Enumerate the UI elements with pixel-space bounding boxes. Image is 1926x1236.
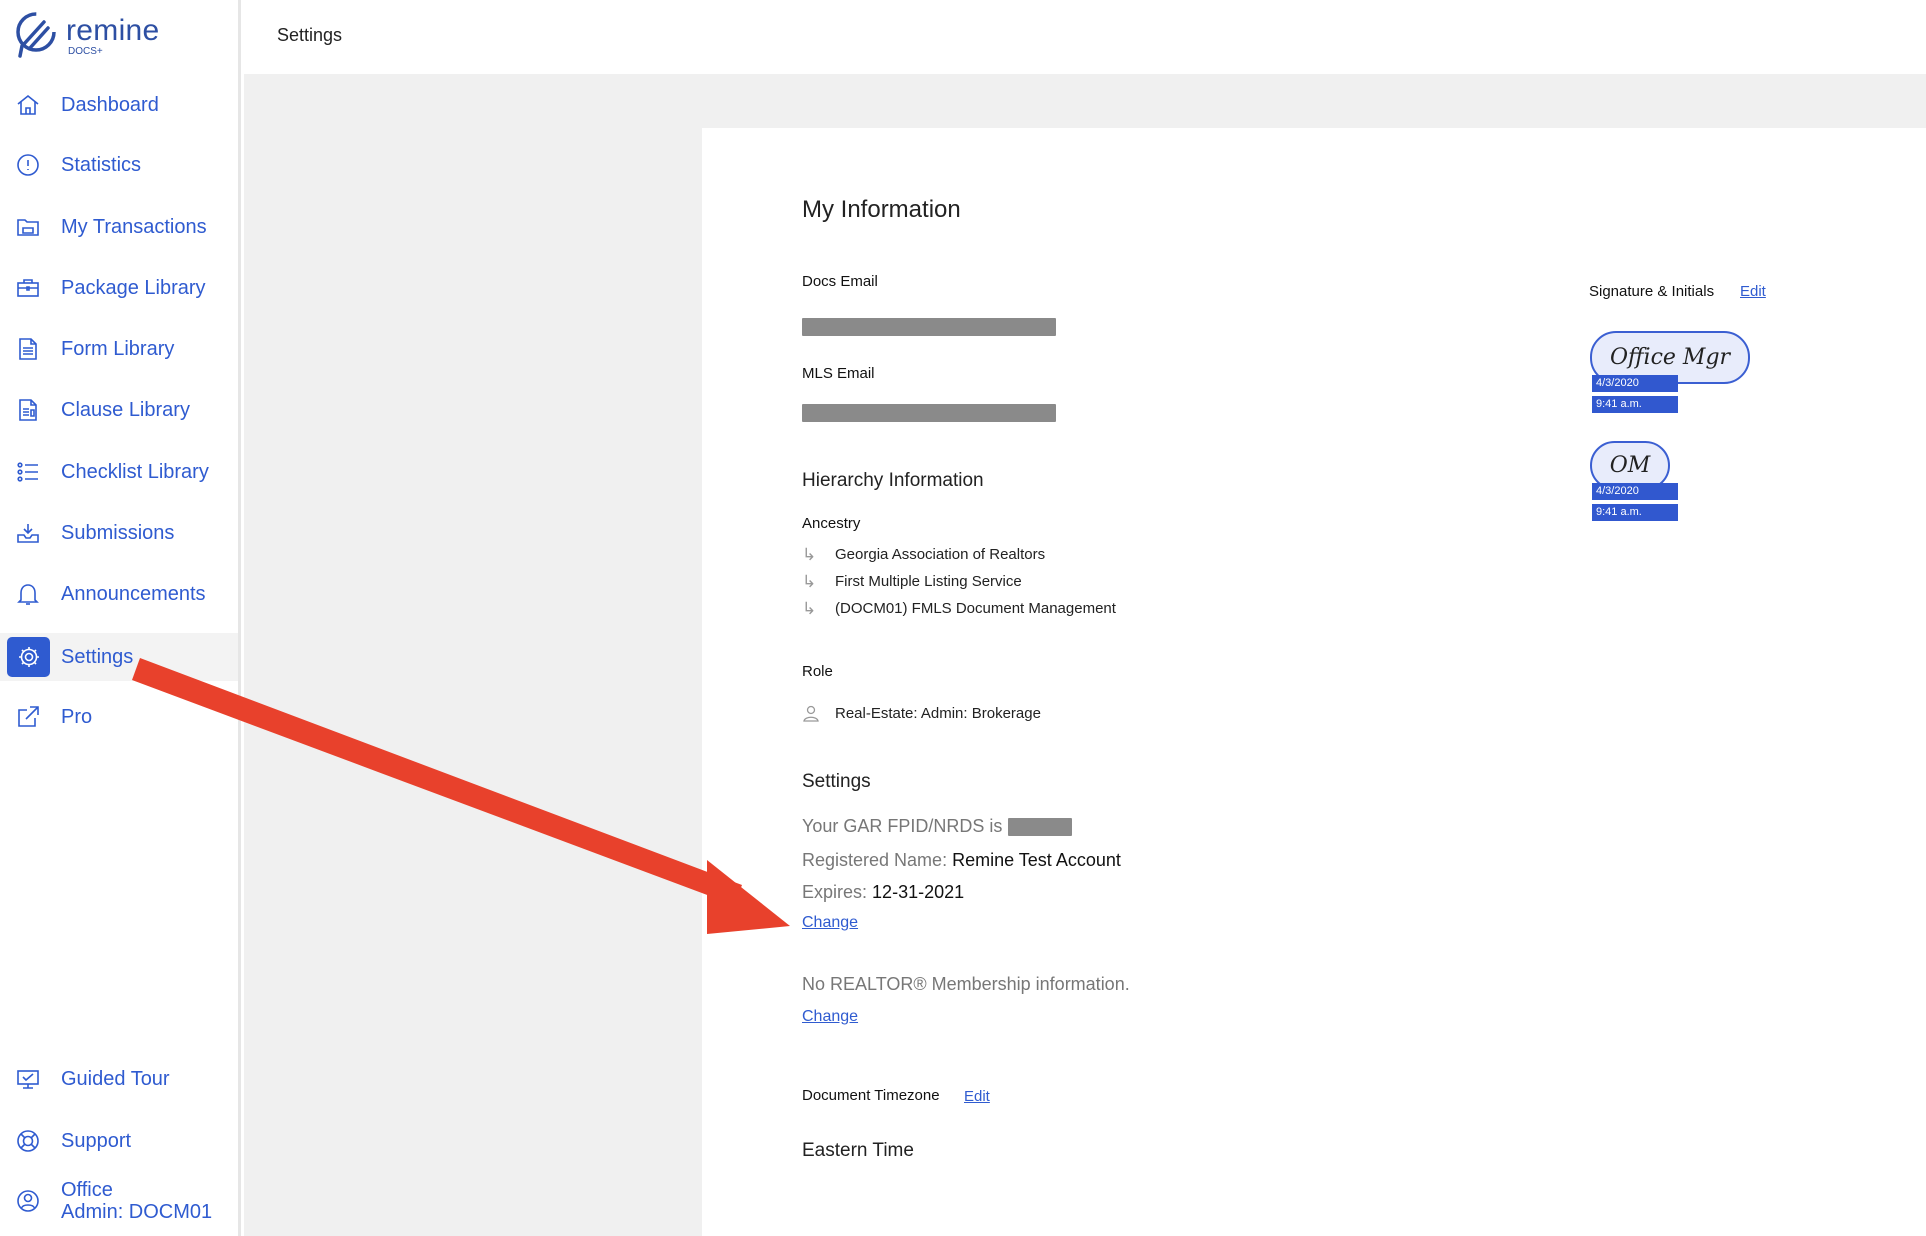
role-value: Real-Estate: Admin: Brokerage [835,704,1041,722]
clause-document-icon [14,396,42,424]
sidebar-item-settings[interactable]: Settings [0,633,238,681]
sidebar-item-label: Clause Library [61,398,190,421]
ancestry-item: First Multiple Listing Service [835,573,1022,590]
info-circle-icon [14,151,42,179]
sidebar-item-label: Statistics [61,153,142,176]
gar-fpid-redacted [1008,817,1073,836]
sidebar-item-guided-tour[interactable]: Guided Tour [0,1055,238,1103]
expires-label: Expires: [802,882,868,902]
signature-date-stamp: 4/3/2020 [1592,375,1678,392]
subdirectory-arrow-icon: ↳ [802,544,817,564]
lifebuoy-icon [14,1127,42,1155]
ancestry-item: Georgia Association of Realtors [835,546,1046,563]
document-icon [14,335,42,363]
my-information-title: My Information [802,196,961,223]
sidebar-item-my-transactions[interactable]: My Transactions [0,203,238,251]
signature-label: Signature & Initials [1589,283,1715,300]
sidebar-item-label: Package Library [61,276,206,299]
sidebar-item-package-library[interactable]: Package Library [0,264,238,312]
sidebar-item-label: Announcements [61,582,206,605]
sidebar-item-dashboard[interactable]: Dashboard [0,81,238,129]
signature-edit-link[interactable]: Edit [1740,283,1766,300]
brand-name: remine [66,14,160,47]
user-icon [802,704,835,722]
sidebar: remine DOCS+ Dashboard Statistics My Tra… [0,0,241,1236]
sidebar-item-label: Dashboard [61,93,159,116]
checklist-icon [14,458,42,486]
sidebar-item-form-library[interactable]: Form Library [0,325,238,373]
ancestry-list: ↳ Georgia Association of Realtors ↳ Firs… [802,541,1116,622]
top-header: Settings [244,0,1926,74]
settings-panel: My Information Docs Email MLS Email Hier… [702,128,1926,1236]
sidebar-item-label: Pro [61,705,93,728]
sidebar-item-label: Settings [61,645,134,668]
realtor-membership-text: No REALTOR® Membership information. [802,974,1130,994]
user-circle-icon [14,1187,42,1215]
gar-fpid-row: Your GAR FPID/NRDS is [802,816,1073,837]
role-label: Role [802,663,833,680]
sidebar-item-checklist-library[interactable]: Checklist Library [0,448,238,496]
initials-time-stamp: 9:41 a.m. [1592,504,1678,521]
sidebar-item-support[interactable]: Support [0,1117,238,1165]
sidebar-item-label: Support [61,1129,132,1152]
sidebar-item-label: Office Admin: DOCM01 [61,1179,212,1223]
registered-name-row: Registered Name: Remine Test Account [802,850,1121,871]
subdirectory-arrow-icon: ↳ [802,571,817,591]
list-item: ↳ Georgia Association of Realtors [802,541,1116,568]
remine-logo[interactable]: remine DOCS+ [14,10,160,62]
signature-time-stamp: 9:41 a.m. [1592,396,1678,413]
brand-sub: DOCS+ [68,46,103,57]
sidebar-item-label: Form Library [61,337,175,360]
external-link-icon [14,703,42,731]
page-title: Settings [277,25,343,45]
expires-value: 12-31-2021 [872,882,965,902]
ancestry-item: (DOCM01) FMLS Document Management [835,600,1116,617]
bell-icon [14,580,42,608]
role-row: Real-Estate: Admin: Brokerage [802,704,1041,722]
gear-icon [7,637,50,677]
sidebar-item-label: Checklist Library [61,460,209,483]
mls-email-redacted [802,404,1056,422]
mls-email-label: MLS Email [802,365,875,382]
sidebar-item-clause-library[interactable]: Clause Library [0,386,238,434]
ancestry-label: Ancestry [802,515,861,532]
initials-date-stamp: 4/3/2020 [1592,483,1678,500]
gar-fpid-text: Your GAR FPID/NRDS is [802,816,1003,836]
change-gar-link[interactable]: Change [802,914,858,932]
document-timezone-label: Document Timezone [802,1087,940,1104]
timezone-edit-link[interactable]: Edit [964,1088,990,1105]
sidebar-item-statistics[interactable]: Statistics [0,141,238,189]
sidebar-item-label: Submissions [61,521,175,544]
settings-section-title: Settings [802,771,871,792]
sidebar-item-label: My Transactions [61,215,207,238]
sidebar-item-announcements[interactable]: Announcements [0,570,238,618]
office-label-line1: Office [61,1179,113,1201]
change-realtor-link[interactable]: Change [802,1008,858,1026]
folder-icon [14,213,42,241]
list-item: ↳ (DOCM01) FMLS Document Management [802,595,1116,622]
inbox-icon [14,519,42,547]
registered-name-label: Registered Name: [802,850,948,870]
home-icon [14,91,42,119]
sidebar-item-label: Guided Tour [61,1067,170,1090]
subdirectory-arrow-icon: ↳ [802,598,817,618]
timezone-value: Eastern Time [802,1140,914,1161]
docs-email-redacted [802,318,1056,336]
list-item: ↳ First Multiple Listing Service [802,568,1116,595]
sidebar-item-pro[interactable]: Pro [0,693,238,741]
hierarchy-title: Hierarchy Information [802,470,984,491]
sidebar-item-office-admin[interactable]: Office Admin: DOCM01 [0,1177,238,1225]
tour-icon [14,1065,42,1093]
registered-name-value: Remine Test Account [952,850,1121,870]
expires-row: Expires: 12-31-2021 [802,882,964,903]
briefcase-icon [14,274,42,302]
sidebar-item-submissions[interactable]: Submissions [0,509,238,557]
remine-logo-icon [16,12,56,58]
docs-email-label: Docs Email [802,273,878,290]
office-label-line2: Admin: DOCM01 [61,1201,213,1223]
